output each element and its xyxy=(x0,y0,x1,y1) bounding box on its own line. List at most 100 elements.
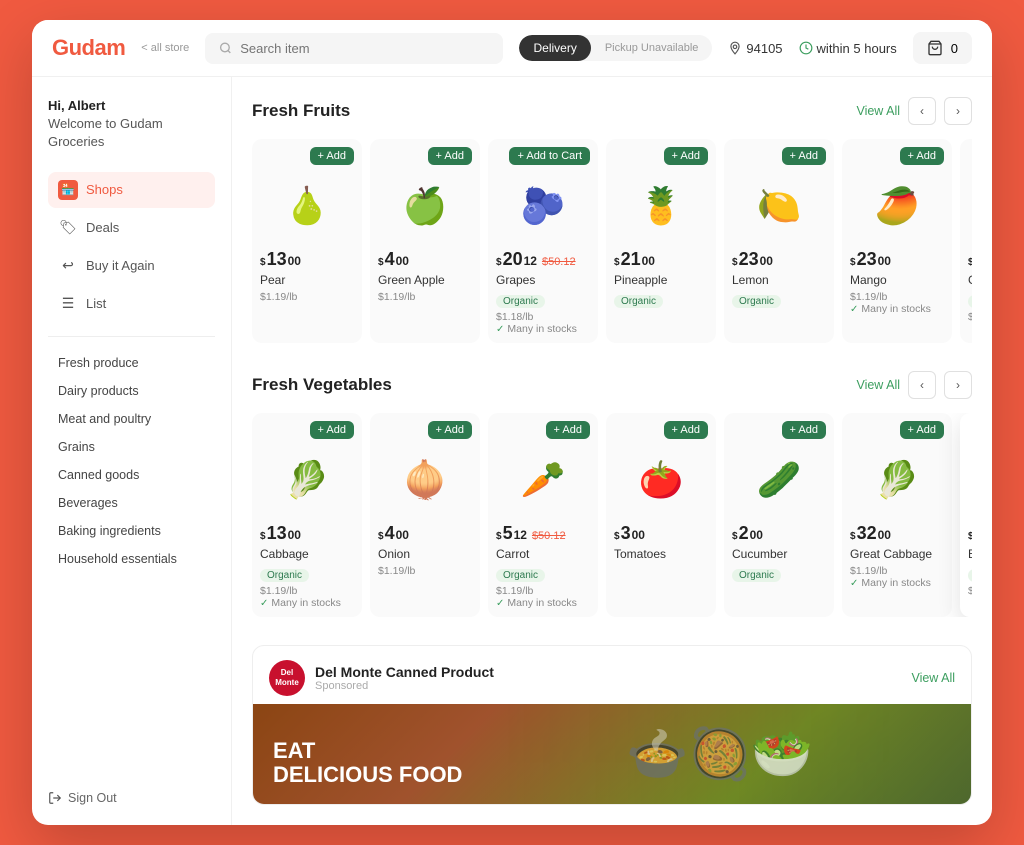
price-display: $ 21 00 xyxy=(968,249,972,270)
product-image: 🥕 xyxy=(496,445,590,515)
product-card: + Add 🥕 $ 5 12 $50.12 Carrot Organic $1.… xyxy=(488,413,598,617)
sub-price: $1.19/lb xyxy=(260,585,354,597)
price-decimal: 00 xyxy=(288,254,301,268)
category-beverages[interactable]: Beverages xyxy=(48,489,215,517)
price-decimal: 00 xyxy=(878,254,891,268)
sidebar-deals-label: Deals xyxy=(86,220,119,235)
sidebar-item-buy-again[interactable]: ↩ Buy it Again xyxy=(48,248,215,284)
fresh-fruits-next[interactable]: › xyxy=(944,97,972,125)
sponsored-label: Sponsored xyxy=(315,680,494,692)
banner-food-image: 🍲🥘🥗 xyxy=(468,704,971,804)
banner-text: EAT DELICIOUS FOOD xyxy=(253,724,482,804)
stock-status: ✓ Many in stocks xyxy=(850,303,944,315)
price-display: $ 5 12 $50.12 xyxy=(496,523,590,544)
header: Gudam < all store Delivery Pickup Unavai… xyxy=(32,20,992,77)
add-button[interactable]: + Add xyxy=(428,421,472,439)
product-image: 🍐 xyxy=(968,171,972,241)
sidebar-item-shops[interactable]: 🏪 Shops xyxy=(48,172,215,208)
delivery-option[interactable]: Delivery xyxy=(519,35,590,61)
sign-out-button[interactable]: Sign Out xyxy=(48,771,215,805)
product-name: Lemon xyxy=(732,273,826,287)
category-household[interactable]: Household essentials xyxy=(48,545,215,573)
sponsored-section: DelMonte Del Monte Canned Product Sponso… xyxy=(252,645,972,805)
add-button[interactable]: + Add xyxy=(782,421,826,439)
sidebar-item-deals[interactable]: 🏷 Deals xyxy=(48,210,215,246)
sponsored-header: DelMonte Del Monte Canned Product Sponso… xyxy=(253,646,971,704)
search-input[interactable] xyxy=(240,41,489,56)
greeting: Hi, Albert Welcome to Gudam Groceries xyxy=(48,97,215,152)
product-image: 🍐 xyxy=(260,171,354,241)
price-display: $ 4 00 xyxy=(378,523,472,544)
add-button[interactable]: + Add xyxy=(546,421,590,439)
stock-status: ✓ Many in stocks xyxy=(260,597,354,609)
price-decimal: 00 xyxy=(878,528,891,542)
header-info: 94105 within 5 hours 0 xyxy=(728,32,972,64)
sponsored-brand: DelMonte Del Monte Canned Product Sponso… xyxy=(269,660,494,696)
product-name: Tomatoes xyxy=(614,547,708,561)
sponsored-view-all[interactable]: View All xyxy=(911,671,955,685)
sign-out-label: Sign Out xyxy=(68,791,117,805)
sub-price: $1.19/lb xyxy=(968,311,972,323)
sponsored-title: Del Monte Canned Product xyxy=(315,664,494,680)
fresh-veg-header: Fresh Vegetables View All ‹ › xyxy=(252,371,972,399)
product-card: + Add 🍍 $ 21 00 Pineapple Organic xyxy=(606,139,716,343)
all-store-link[interactable]: < all store xyxy=(141,42,189,54)
time-value: within 5 hours xyxy=(817,41,897,56)
sponsored-info: Del Monte Canned Product Sponsored xyxy=(315,664,494,692)
fresh-fruits-view-all[interactable]: View All xyxy=(856,104,900,118)
product-name: Mango xyxy=(850,273,944,287)
fresh-veg-view-all[interactable]: View All xyxy=(856,378,900,392)
banner-line2: DELICIOUS FOOD xyxy=(273,762,462,788)
price-main: 13 xyxy=(267,523,287,544)
price-currency: $ xyxy=(496,531,502,542)
fresh-fruits-prev[interactable]: ‹ xyxy=(908,97,936,125)
price-main: 23 xyxy=(739,249,759,270)
product-image: 🥒 xyxy=(732,445,826,515)
add-button[interactable]: + Add xyxy=(782,147,826,165)
category-fresh-produce[interactable]: Fresh produce xyxy=(48,349,215,377)
price-main: 21 xyxy=(621,249,641,270)
add-button[interactable]: + Add xyxy=(900,421,944,439)
price-decimal: 00 xyxy=(396,254,409,268)
sidebar-item-list[interactable]: ☰ List xyxy=(48,286,215,322)
add-button[interactable]: + Add xyxy=(664,421,708,439)
fresh-veg-prev[interactable]: ‹ xyxy=(908,371,936,399)
add-button[interactable]: + Add xyxy=(664,147,708,165)
fresh-veg-next[interactable]: › xyxy=(944,371,972,399)
price-display: $ 4 00 xyxy=(378,249,472,270)
price-currency: $ xyxy=(260,257,266,268)
shops-icon: 🏪 xyxy=(58,180,78,200)
stock-status: ✓ Many in stocks xyxy=(496,323,590,335)
category-dairy[interactable]: Dairy products xyxy=(48,377,215,405)
main-content: Fresh Fruits View All ‹ › + Add 🍐 $ 13 0… xyxy=(232,77,992,825)
product-name: Great Cabbage xyxy=(850,547,944,561)
price-decimal: 00 xyxy=(632,528,645,542)
pickup-option[interactable]: Pickup Unavailable xyxy=(591,36,713,60)
category-canned[interactable]: Canned goods xyxy=(48,461,215,489)
add-button[interactable]: + Add xyxy=(310,147,354,165)
category-grains[interactable]: Grains xyxy=(48,433,215,461)
price-display: $ 21 00 xyxy=(614,249,708,270)
price-currency: $ xyxy=(496,257,502,268)
cart-button[interactable]: 0 xyxy=(913,32,972,64)
add-to-cart-button[interactable]: + Add to Cart xyxy=(509,147,590,165)
organic-badge: Organic xyxy=(496,295,545,308)
product-image: 🥭 xyxy=(850,171,944,241)
stock-status: ✓ Many in stocks xyxy=(850,577,944,589)
del-monte-logo: DelMonte xyxy=(269,660,305,696)
logo: Gudam xyxy=(52,35,125,61)
price-currency: $ xyxy=(614,531,620,542)
price-main: 32 xyxy=(857,523,877,544)
delivery-time: within 5 hours xyxy=(799,41,897,56)
price-main: 5 xyxy=(503,523,513,544)
product-image: 🥬 xyxy=(260,445,354,515)
add-button[interactable]: + Add xyxy=(428,147,472,165)
product-card: + Add 🥭 $ 23 00 Mango $1.19/lb ✓ Many in… xyxy=(842,139,952,343)
category-baking[interactable]: Baking ingredients xyxy=(48,517,215,545)
add-button[interactable]: + Add xyxy=(310,421,354,439)
list-icon: ☰ xyxy=(58,294,78,314)
category-meat[interactable]: Meat and poultry xyxy=(48,405,215,433)
price-main: 3 xyxy=(621,523,631,544)
add-button[interactable]: + Add xyxy=(900,147,944,165)
product-name: Great Pear xyxy=(968,273,972,287)
